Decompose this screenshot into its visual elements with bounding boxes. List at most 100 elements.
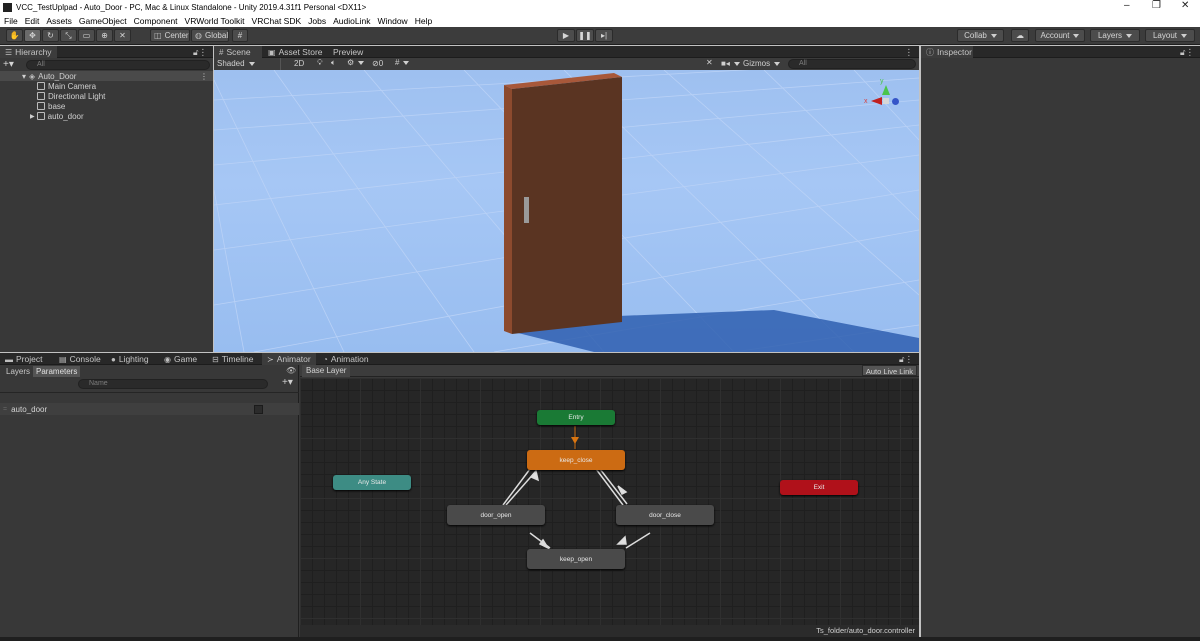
rotate-tool-icon[interactable]: ↻ (42, 29, 59, 42)
state-exit[interactable]: Exit (780, 480, 858, 495)
hierarchy-item[interactable]: ▶ auto_door (0, 111, 84, 121)
2d-toggle[interactable]: 2D (294, 59, 304, 68)
grid-toggle-icon[interactable]: # (395, 58, 409, 67)
shading-label: Shaded (217, 59, 245, 68)
x-axis-label: x (864, 98, 868, 105)
inspector-lock-icon[interactable]: 🔓︎⋮ (1180, 47, 1194, 58)
auto-live-link-button[interactable]: Auto Live Link (861, 365, 917, 376)
play-button[interactable]: ▶ (557, 29, 575, 42)
menu-audiolink[interactable]: AudioLink (333, 16, 370, 26)
state-any-state[interactable]: Any State (333, 475, 411, 490)
tab-console[interactable]: ▤ Console (54, 353, 106, 365)
scene-search-input[interactable]: All (788, 59, 916, 69)
cloud-icon[interactable]: ☁ (1011, 29, 1029, 42)
state-door-close[interactable]: door_close (616, 505, 714, 525)
restore-button[interactable]: ❐ (1152, 0, 1161, 11)
expand-arrow-icon[interactable]: ▾ (22, 72, 26, 81)
layers-dropdown[interactable]: Layers (1090, 29, 1140, 42)
tab-preview[interactable]: Preview (328, 46, 368, 58)
door-handle (524, 197, 529, 223)
layers-label: Layers (1097, 31, 1122, 40)
tab-animator[interactable]: ≻ Animator (262, 353, 316, 365)
unity-scene-icon: ◈ (29, 71, 36, 81)
tools-icon[interactable]: ✕ (706, 58, 713, 67)
camera-icon[interactable]: ■◂ (721, 59, 740, 68)
rect-tool-icon[interactable]: ▭ (78, 29, 95, 42)
menu-file[interactable]: File (4, 16, 18, 26)
animator-graph[interactable]: Entry keep_close Any State Exit door_ope… (300, 378, 919, 625)
tab-parameters[interactable]: Parameters (33, 366, 81, 377)
tab-layers[interactable]: Layers (3, 366, 33, 377)
parameter-search-input[interactable]: Name (78, 379, 268, 389)
tab-lighting[interactable]: ● Lighting (106, 353, 154, 365)
parameter-bool-checkbox[interactable] (254, 405, 263, 414)
hidden-objects-toggle[interactable]: ⊘0 (372, 59, 383, 68)
lighting-icon[interactable]: 💡︎ (317, 58, 323, 68)
breadcrumb[interactable]: Base Layer (302, 365, 351, 377)
space-toggle[interactable]: ◍ Global (191, 29, 229, 42)
tab-inspector[interactable]: ⓘ Inspector (921, 46, 973, 58)
hand-tool-icon[interactable]: ✋ (6, 29, 23, 42)
item-label: Main Camera (48, 81, 97, 91)
minimize-button[interactable]: – (1124, 0, 1130, 11)
tab-label: Timeline (221, 354, 254, 364)
lock-icon[interactable]: 🔓︎⋮ (193, 47, 207, 58)
hierarchy-item[interactable]: base (0, 101, 65, 111)
menu-assets[interactable]: Assets (46, 16, 72, 26)
create-button[interactable]: +▾ (3, 59, 14, 70)
menu-component[interactable]: Component (134, 16, 178, 26)
audio-icon[interactable]: 🔈︎ (331, 58, 336, 68)
hierarchy-search-input[interactable]: All (26, 60, 210, 70)
menu-vrworld-toolkit[interactable]: VRWorld Toolkit (185, 16, 245, 26)
unity-logo-icon (3, 2, 12, 12)
tab-timeline[interactable]: ⊟ Timeline (207, 353, 259, 365)
menu-jobs[interactable]: Jobs (308, 16, 326, 26)
state-door-open[interactable]: door_open (447, 505, 545, 525)
state-keep-close[interactable]: keep_close (527, 450, 625, 470)
account-dropdown[interactable]: Account (1035, 29, 1085, 42)
collapsed-arrow-icon[interactable]: ▶ (30, 113, 35, 120)
tab-asset-store[interactable]: ▣ Asset Store (263, 46, 328, 58)
scene-root-row[interactable]: ▾ ◈ Auto_Door ⋮ (0, 71, 213, 81)
pause-button[interactable]: ❚❚ (576, 29, 594, 42)
transform-tool-icon[interactable]: ⊕ (96, 29, 113, 42)
tab-animation[interactable]: ◔ Animation (318, 353, 374, 365)
gizmos-dropdown[interactable]: Gizmos (743, 59, 780, 68)
parameter-row[interactable]: = auto_door (0, 403, 299, 415)
drag-handle-icon[interactable]: = (3, 406, 7, 413)
tab-game[interactable]: ◉ Game (159, 353, 202, 365)
menu-edit[interactable]: Edit (25, 16, 40, 26)
panel-lock-icon[interactable]: 🔓︎⋮ (899, 354, 913, 365)
menu-vrchat-sdk[interactable]: VRChat SDK (252, 16, 302, 26)
add-parameter-button[interactable]: +▾ (282, 377, 293, 388)
scene-menu-icon[interactable]: ⋮ (200, 72, 208, 81)
panel-menu-icon[interactable]: ⋮ (905, 47, 914, 58)
step-button[interactable]: ▸| (595, 29, 613, 42)
effects-icon[interactable]: ⚙ (347, 58, 364, 67)
menu-help[interactable]: Help (415, 16, 432, 26)
menu-gameobject[interactable]: GameObject (79, 16, 127, 26)
layout-dropdown[interactable]: Layout (1145, 29, 1195, 42)
close-button[interactable]: ✕ (1181, 0, 1189, 11)
menu-window[interactable]: Window (377, 16, 407, 26)
inspector-panel: ⓘ Inspector 🔓︎⋮ (921, 46, 1200, 637)
entry-arrowhead (571, 437, 579, 444)
state-keep-open[interactable]: keep_open (527, 549, 625, 569)
hierarchy-item[interactable]: Main Camera (0, 81, 96, 91)
eye-icon[interactable]: 👁︎ (286, 366, 296, 375)
shading-dropdown[interactable]: Shaded (217, 59, 255, 68)
grid-snap-icon[interactable]: # (232, 29, 248, 42)
custom-tool-icon[interactable]: ✕ (114, 29, 131, 42)
state-entry[interactable]: Entry (537, 410, 615, 425)
parameter-name: auto_door (11, 404, 48, 414)
scene-orientation-gizmo[interactable]: y x (862, 78, 908, 128)
scene-viewport[interactable]: y x (214, 70, 919, 352)
collab-dropdown[interactable]: Collab (957, 29, 1004, 42)
pivot-toggle[interactable]: ◫ Center (150, 29, 190, 42)
move-tool-icon[interactable]: ✥ (24, 29, 41, 42)
tab-hierarchy[interactable]: ☰ Hierarchy (0, 46, 57, 58)
tab-scene[interactable]: # Scene (214, 46, 262, 58)
tab-project[interactable]: ▬ Project (0, 353, 47, 365)
hierarchy-item[interactable]: Directional Light (0, 91, 105, 101)
scale-tool-icon[interactable]: ⤡ (60, 29, 77, 42)
